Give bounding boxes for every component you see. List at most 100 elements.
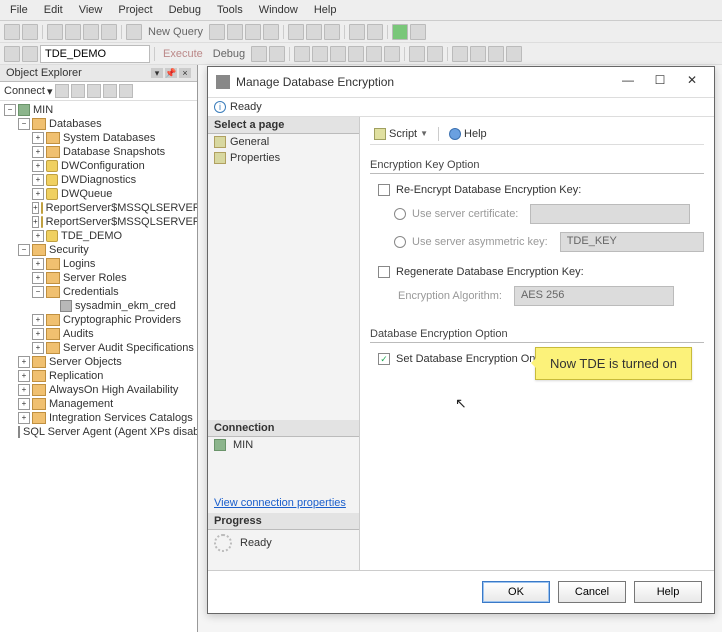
tree-toggle-icon[interactable]: −	[4, 104, 16, 116]
tree-toggle-icon[interactable]: +	[32, 272, 44, 284]
tree-toggle-icon[interactable]: +	[32, 342, 44, 354]
connect-icon-4[interactable]	[103, 84, 117, 98]
tree-toggle-icon[interactable]: +	[32, 258, 44, 270]
tool-c-icon[interactable]	[245, 24, 261, 40]
menu-debug[interactable]: Debug	[163, 2, 207, 18]
connect-icon-1[interactable]	[55, 84, 69, 98]
connect-icon-2[interactable]	[71, 84, 85, 98]
tool-uncomment-icon[interactable]	[506, 46, 522, 62]
tree-dwqueue[interactable]: +DWQueue	[0, 187, 197, 201]
tool-m-icon[interactable]	[384, 46, 400, 62]
tree-dwcfg[interactable]: +DWConfiguration	[0, 159, 197, 173]
tool-b-icon[interactable]	[227, 24, 243, 40]
tree-serverroles[interactable]: +Server Roles	[0, 271, 197, 285]
connect-icon-3[interactable]	[87, 84, 101, 98]
maximize-button[interactable]: ☐	[646, 73, 674, 91]
close-button[interactable]: ✕	[678, 73, 706, 91]
tree-server[interactable]: −MIN	[0, 103, 197, 117]
connect-label[interactable]: Connect	[4, 85, 45, 97]
tree-crypto[interactable]: +Cryptographic Providers	[0, 313, 197, 327]
tool-e-icon[interactable]	[410, 24, 426, 40]
tree-rpt1[interactable]: +ReportServer$MSSQLSERVER	[0, 201, 197, 215]
tree-agent[interactable]: SQL Server Agent (Agent XPs disabl	[0, 425, 197, 439]
tree-alwayson[interactable]: +AlwaysOn High Availability	[0, 383, 197, 397]
use-asym-radio[interactable]	[394, 236, 406, 248]
tree-toggle-icon[interactable]: −	[18, 244, 30, 256]
tree-toggle-icon[interactable]: +	[32, 146, 44, 158]
tree-toggle-icon[interactable]: +	[18, 398, 30, 410]
menu-window[interactable]: Window	[253, 2, 304, 18]
tree-toggle-icon[interactable]: +	[32, 160, 44, 172]
menu-view[interactable]: View	[73, 2, 109, 18]
tool-g-icon[interactable]	[22, 46, 38, 62]
tool-saveall-icon[interactable]	[101, 24, 117, 40]
newquery-button[interactable]: New Query	[144, 26, 207, 38]
tree-toggle-icon[interactable]: +	[32, 328, 44, 340]
tool-parse-icon[interactable]	[269, 46, 285, 62]
menu-project[interactable]: Project	[112, 2, 158, 18]
tree-toggle-icon[interactable]: +	[32, 174, 44, 186]
tree-toggle-icon[interactable]: +	[18, 384, 30, 396]
set-encryption-checkbox[interactable]	[378, 353, 390, 365]
tree-toggle-icon[interactable]: +	[18, 370, 30, 382]
tree-toggle-icon[interactable]: +	[32, 216, 39, 228]
tree-audits[interactable]: +Audits	[0, 327, 197, 341]
tree-rpt2[interactable]: +ReportServer$MSSQLSERVER	[0, 215, 197, 229]
cancel-button[interactable]: Cancel	[558, 581, 626, 603]
tool-f-icon[interactable]	[4, 46, 20, 62]
object-tree[interactable]: −MIN −Databases +System Databases +Datab…	[0, 101, 197, 632]
tool-i-icon[interactable]	[312, 46, 328, 62]
tool-d-icon[interactable]	[263, 24, 279, 40]
tool-copy-icon[interactable]	[306, 24, 322, 40]
tool-play-icon[interactable]	[392, 24, 408, 40]
help-button-footer[interactable]: Help	[634, 581, 702, 603]
tree-toggle-icon[interactable]: +	[18, 356, 30, 368]
tool-l-icon[interactable]	[366, 46, 382, 62]
tree-serverobj[interactable]: +Server Objects	[0, 355, 197, 369]
page-properties[interactable]: Properties	[208, 150, 359, 166]
tree-toggle-icon[interactable]: +	[32, 202, 39, 214]
tool-a-icon[interactable]	[209, 24, 225, 40]
tool-h-icon[interactable]	[294, 46, 310, 62]
regen-checkbox[interactable]	[378, 266, 390, 278]
dialog-title-bar[interactable]: Manage Database Encryption — ☐ ✕	[208, 67, 714, 98]
tree-toggle-icon[interactable]: +	[32, 188, 44, 200]
reencrypt-checkbox[interactable]	[378, 184, 390, 196]
use-cert-radio[interactable]	[394, 208, 406, 220]
tree-replication[interactable]: +Replication	[0, 369, 197, 383]
tree-snapshots[interactable]: +Database Snapshots	[0, 145, 197, 159]
tool-save-icon[interactable]	[83, 24, 99, 40]
tool-comment-icon[interactable]	[488, 46, 504, 62]
menu-tools[interactable]: Tools	[211, 2, 249, 18]
menu-file[interactable]: File	[4, 2, 34, 18]
tool-nav-fwd-icon[interactable]	[22, 24, 38, 40]
panel-dropdown-icon[interactable]: ▾	[151, 68, 163, 78]
tree-mgmt[interactable]: +Management	[0, 397, 197, 411]
tool-indent-icon[interactable]	[452, 46, 468, 62]
tool-outdent-icon[interactable]	[470, 46, 486, 62]
tree-tdedemo[interactable]: +TDE_DEMO	[0, 229, 197, 243]
tool-n-icon[interactable]	[409, 46, 425, 62]
tool-cut-icon[interactable]	[288, 24, 304, 40]
tree-toggle-icon[interactable]: +	[32, 132, 44, 144]
tree-toggle-icon[interactable]: +	[32, 230, 44, 242]
tool-undo-icon[interactable]	[349, 24, 365, 40]
tree-toggle-icon[interactable]: −	[18, 118, 30, 130]
panel-close-icon[interactable]: ×	[179, 68, 191, 78]
tree-logins[interactable]: +Logins	[0, 257, 197, 271]
tool-j-icon[interactable]	[330, 46, 346, 62]
help-button[interactable]: Help	[445, 126, 491, 142]
execute-button[interactable]: Execute	[159, 48, 207, 60]
tool-o-icon[interactable]	[427, 46, 443, 62]
tree-toggle-icon[interactable]: +	[18, 412, 30, 424]
tool-new-icon[interactable]	[47, 24, 63, 40]
tool-redo-icon[interactable]	[367, 24, 383, 40]
tree-cred1[interactable]: sysadmin_ekm_cred	[0, 299, 197, 313]
tree-credentials[interactable]: −Credentials	[0, 285, 197, 299]
view-connection-link[interactable]: View connection properties	[208, 493, 359, 513]
tool-open-icon[interactable]	[65, 24, 81, 40]
menu-help[interactable]: Help	[308, 2, 343, 18]
tool-paste-icon[interactable]	[324, 24, 340, 40]
tool-nav-back-icon[interactable]	[4, 24, 20, 40]
tree-security[interactable]: −Security	[0, 243, 197, 257]
